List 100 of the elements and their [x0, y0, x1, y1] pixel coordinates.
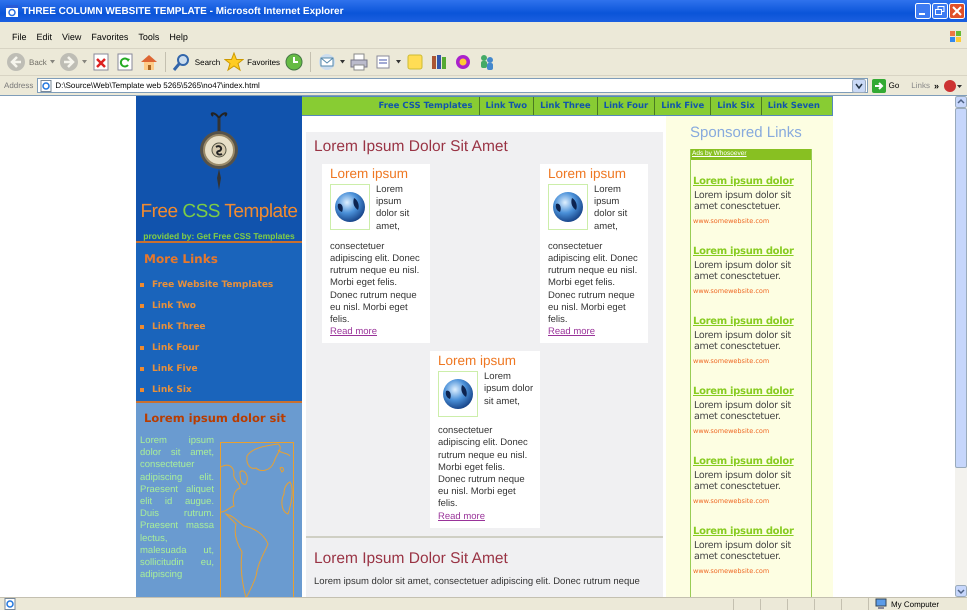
envelope-button[interactable]: [317, 52, 346, 72]
card-text: Lorem ipsum dolor sit amet,: [484, 371, 534, 409]
ad-title-link[interactable]: Lorem ipsum dolor: [693, 246, 809, 257]
read-more-link[interactable]: Read more: [548, 326, 595, 338]
globe-icon: [548, 184, 588, 230]
nav-link[interactable]: Link Six: [152, 384, 192, 394]
nav-link[interactable]: Free Website Templates: [152, 280, 274, 290]
ad-text: Lorem ipsum dolor sit amet conesctetuer.: [694, 330, 792, 352]
caret-icon: [50, 60, 55, 64]
nav-link[interactable]: Link Four: [598, 101, 654, 111]
bullet-icon: [140, 304, 144, 308]
caret-icon: [82, 60, 87, 64]
menu-item[interactable]: Favorites: [87, 32, 134, 42]
printer-icon: [349, 52, 370, 72]
star-button[interactable]: Favorites: [224, 52, 280, 72]
scroll-down-icon[interactable]: [955, 585, 967, 597]
body-text: Lorem ipsum dolor sit amet, consectetuer adipiscing elit. Praesent aliquet elit id augue. Duis rutrum. Praesent massa lectus, malesuada ut, sollicitudin eu, adipiscing: [140, 435, 214, 582]
address-field[interactable]: D:\Source\Web\Template web 5265\5265\no47\index.html: [37, 78, 868, 93]
nav-link[interactable]: Free CSS Templates: [372, 101, 479, 111]
more-button[interactable]: »: [934, 80, 939, 90]
section-heading: Lorem ipsum dolor sit: [144, 411, 287, 425]
bullet-icon: [140, 366, 144, 370]
section-heading: More Links: [144, 252, 219, 266]
star-icon: [224, 52, 244, 72]
nav-link[interactable]: Link Three: [152, 322, 206, 332]
read-more-link[interactable]: Read more: [330, 326, 377, 338]
arrow-right-icon: [872, 78, 886, 92]
menu-item[interactable]: File: [8, 32, 33, 42]
stop-icon: [90, 52, 111, 72]
ad-title-link[interactable]: Lorem ipsum dolor: [693, 456, 809, 467]
house-button[interactable]: [138, 52, 159, 72]
page-icon: [40, 80, 52, 92]
section-title: Lorem Ipsum Dolor Sit Amet: [314, 550, 509, 568]
ad-text: Lorem ipsum dolor sit amet conesctetuer.: [694, 540, 792, 562]
refresh-icon: [114, 52, 135, 72]
bullet-icon: [140, 346, 144, 350]
dropdown-icon[interactable]: [852, 78, 866, 92]
nav-link[interactable]: Link Four: [152, 342, 200, 352]
clock-button[interactable]: [284, 52, 304, 72]
windows-flag-icon: [949, 30, 963, 44]
nav-link[interactable]: Link Two: [152, 300, 196, 310]
caret-icon: [340, 60, 346, 64]
nav-link[interactable]: Link Five: [152, 364, 198, 374]
card-text: consectetuer adipiscing elit. Donec rutrum neque eu nisl. Morbi eget felis. Donec rutrum neque eu nisl. Morbi eget felis.: [330, 240, 421, 326]
address-label: Address: [4, 81, 34, 90]
section-title: Lorem Ipsum Dolor Sit Amet: [314, 138, 509, 156]
nav-link[interactable]: Link Seven: [762, 101, 826, 111]
zone-label: My Computer: [891, 600, 940, 608]
bullet-icon: [140, 324, 144, 328]
search-button[interactable]: Search: [172, 52, 220, 72]
card-text: Lorem ipsum dolor sit amet,: [376, 184, 410, 233]
ad-title-link[interactable]: Lorem ipsum dolor: [693, 316, 809, 327]
house-icon: [138, 52, 159, 72]
card-title: Lorem ipsum: [438, 353, 518, 368]
scroll-thumb[interactable]: [955, 108, 967, 468]
links-label[interactable]: Links: [911, 81, 930, 90]
sidebar-heading: Sponsored Links: [690, 124, 803, 141]
nav-link[interactable]: Link Two: [480, 101, 534, 111]
card-text: consectetuer adipiscing elit. Donec rutrum neque eu nisl. Morbi eget felis. Donec rutrum neque eu nisl. Morbi eget felis.: [438, 425, 529, 511]
body-text: Lorem ipsum dolor sit amet, consectetuer adipiscing elit. Donec rutrum neque: [314, 576, 641, 587]
menu-item[interactable]: View: [58, 32, 88, 42]
read-more-link[interactable]: Read more: [438, 510, 485, 523]
menu-item[interactable]: Edit: [32, 32, 58, 42]
nav-link[interactable]: Link Three: [534, 101, 597, 111]
bullet-icon: [140, 282, 144, 286]
ad-title-link[interactable]: Lorem ipsum dolor: [693, 526, 809, 537]
envelope-icon: [317, 52, 338, 72]
scroll-up-icon[interactable]: [955, 96, 967, 108]
printer-button[interactable]: [349, 52, 370, 72]
maximize-icon[interactable]: [932, 3, 948, 19]
nav-link[interactable]: Link Five: [655, 101, 710, 111]
globe-icon: [438, 371, 478, 418]
ad-text: Lorem ipsum dolor sit amet conesctetuer.: [694, 260, 792, 282]
close-icon[interactable]: [949, 3, 965, 19]
clock-icon: [284, 52, 304, 72]
globe-icon: [330, 184, 370, 230]
card-title: Lorem ipsum: [330, 166, 410, 181]
browser-icon: [6, 5, 18, 17]
note-icon: [405, 52, 426, 72]
ad-title-link[interactable]: Lorem ipsum dolor: [693, 176, 809, 187]
ad-text: Lorem ipsum dolor sit amet conesctetuer.: [694, 190, 792, 212]
card-text: Lorem ipsum dolor sit amet,: [594, 184, 628, 233]
ad-title-link[interactable]: Lorem ipsum dolor: [693, 386, 809, 397]
search-icon: [172, 52, 192, 72]
site-title: Free CSS Template: [140, 201, 298, 223]
menu-item[interactable]: Help: [165, 32, 194, 42]
card-text: consectetuer adipiscing elit. Donec rutrum neque eu nisl. Morbi eget felis. Donec rutrum neque eu nisl. Morbi eget felis.: [548, 240, 639, 326]
stop-button[interactable]: [90, 52, 111, 72]
scrollbar[interactable]: [955, 96, 967, 597]
site-subtitle: provided by: Get Free CSS Templates: [143, 231, 295, 241]
go-button[interactable]: Go: [872, 78, 900, 92]
menu-item[interactable]: Tools: [134, 32, 166, 42]
caret-icon: [396, 60, 402, 64]
refresh-button[interactable]: [114, 52, 135, 72]
nav-link[interactable]: Link Six: [711, 101, 761, 111]
minimize-icon[interactable]: [915, 3, 931, 19]
ad-text: Lorem ipsum dolor sit amet conesctetuer.: [694, 470, 792, 492]
card-title: Lorem ipsum: [548, 166, 628, 181]
bullet-icon: [140, 388, 144, 392]
ad-text: Lorem ipsum dolor sit amet conesctetuer.: [694, 400, 792, 422]
